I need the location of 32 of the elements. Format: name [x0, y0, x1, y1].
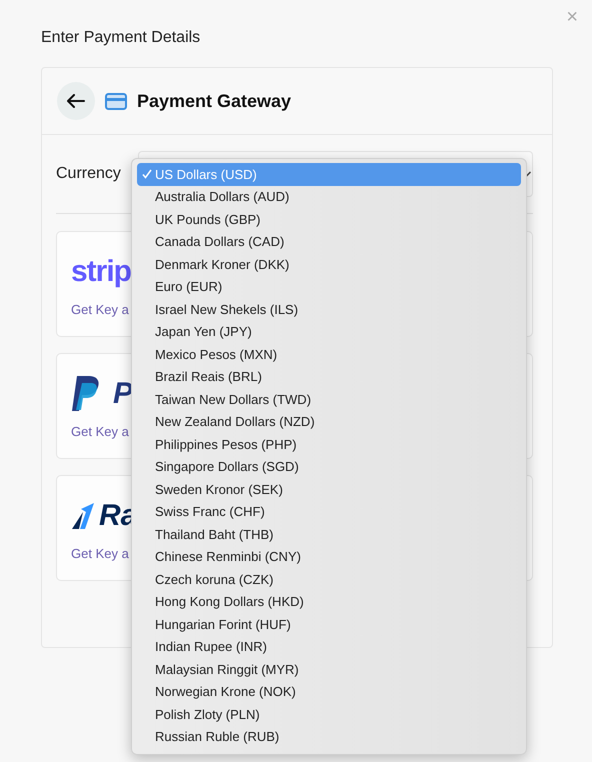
currency-option[interactable]: Russian Ruble (RUB): [137, 726, 521, 748]
currency-option[interactable]: Singapore Dollars (SGD): [137, 456, 521, 478]
currency-option[interactable]: Indian Rupee (INR): [137, 636, 521, 658]
currency-option[interactable]: Czech koruna (CZK): [137, 568, 521, 590]
stripe-logo: strip: [71, 254, 132, 288]
panel-title: Payment Gateway: [137, 90, 292, 112]
currency-option[interactable]: Polish Zloty (PLN): [137, 703, 521, 726]
currency-option[interactable]: New Zealand Dollars (NZD): [137, 410, 521, 433]
get-key-link[interactable]: Get Key a: [71, 424, 129, 438]
currency-option[interactable]: UK Pounds (GBP): [137, 208, 521, 230]
currency-option[interactable]: Swiss Franc (CHF): [137, 500, 521, 523]
currency-option[interactable]: Chinese Renminbi (CNY): [137, 546, 521, 568]
currency-option[interactable]: Denmark Kroner (DKK): [137, 253, 521, 276]
currency-option[interactable]: Sweden Kronor (SEK): [137, 478, 521, 500]
currency-option[interactable]: Norwegian Krone (NOK): [137, 680, 521, 703]
currency-option[interactable]: Mexico Pesos (MXN): [137, 343, 521, 366]
currency-option[interactable]: Malaysian Ringgit (MYR): [137, 658, 521, 680]
currency-option[interactable]: Hong Kong Dollars (HKD): [137, 590, 521, 613]
currency-option[interactable]: Taiwan New Dollars (TWD): [137, 388, 521, 410]
currency-option[interactable]: Thailand Baht (THB): [137, 523, 521, 546]
currency-option[interactable]: Israel New Shekels (ILS): [137, 298, 521, 320]
currency-option[interactable]: Japan Yen (JPY): [137, 320, 521, 343]
currency-option[interactable]: Euro (EUR): [137, 276, 521, 298]
currency-option[interactable]: Hungarian Forint (HUF): [137, 613, 521, 636]
currency-label: Currency: [56, 165, 122, 183]
currency-option[interactable]: Brazil Reais (BRL): [137, 366, 521, 388]
dialog-title: Enter Payment Details: [41, 29, 200, 47]
currency-option[interactable]: Canada Dollars (CAD): [137, 230, 521, 253]
get-key-link[interactable]: Get Key a: [71, 302, 129, 316]
currency-option[interactable]: Australia Dollars (AUD): [137, 186, 521, 208]
currency-option[interactable]: Philippines Pesos (PHP): [137, 433, 521, 456]
get-key-link[interactable]: Get Key a: [71, 546, 129, 560]
